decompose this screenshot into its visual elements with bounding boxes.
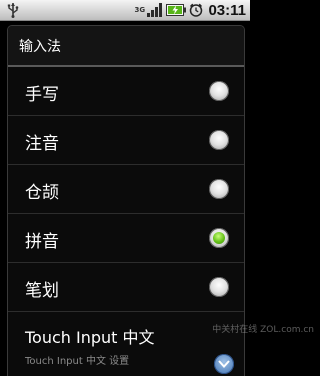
signal-icon [147,3,163,17]
input-method-dialog: 输入法 手写 注音 仓颉 拼音 笔划 Touch Input 中文 Touch … [7,25,245,376]
chevron-down-icon [218,360,230,368]
list-item-label: 仓颉 [25,183,59,203]
list-item-pinyin[interactable]: 拼音 [8,214,244,263]
list-item-handwriting[interactable]: 手写 [8,67,244,116]
alarm-icon [190,3,203,17]
status-bar: 3G 03:11 [0,0,250,21]
usb-icon [7,3,19,18]
list-item-label: 笔划 [25,281,59,301]
list-item-label: Touch Input 中文 [25,328,155,347]
radio-button-selected[interactable] [209,228,229,248]
list-item-cangjie[interactable]: 仓颉 [8,165,244,214]
battery-icon [166,4,187,16]
radio-button[interactable] [209,81,229,101]
radio-button[interactable] [209,130,229,150]
radio-button[interactable] [209,277,229,297]
list-item-label: 手写 [25,85,59,105]
list-item-subtitle: Touch Input 中文 设置 [25,356,130,367]
radio-button[interactable] [209,179,229,199]
list-item-zhuyin[interactable]: 注音 [8,116,244,165]
list-item-label: 注音 [25,134,59,154]
list-item-stroke[interactable]: 笔划 [8,263,244,312]
dialog-title: 输入法 [19,39,61,55]
input-method-list: 手写 注音 仓颉 拼音 笔划 [8,67,244,312]
watermark: 中关村在线 ZOL.com.cn [212,325,314,335]
scroll-down-button[interactable] [214,354,234,374]
dialog-title-bar: 输入法 [8,26,244,67]
list-item-touch-input[interactable]: Touch Input 中文 Touch Input 中文 设置 [8,319,244,376]
clock-time: 03:11 [208,1,246,19]
list-item-label: 拼音 [25,232,59,252]
network-type-label: 3G [134,5,146,14]
